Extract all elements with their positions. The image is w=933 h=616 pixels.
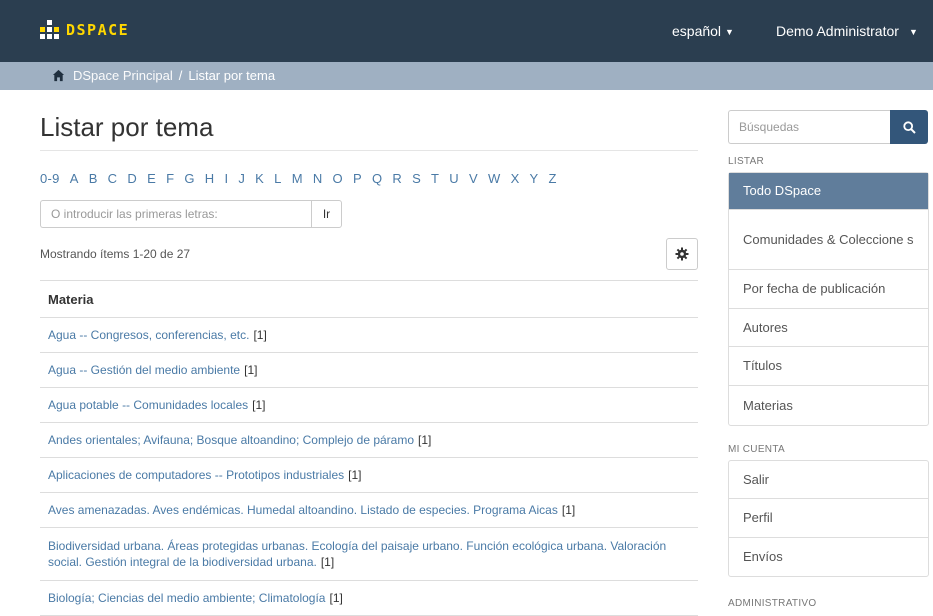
letter-link[interactable]: S [412,171,421,186]
subject-count: [1] [252,398,266,412]
letter-link[interactable]: N [313,171,323,186]
starts-with-form: O introducir las primeras letras: Ir [40,200,342,228]
listar-heading: LISTAR [728,156,765,167]
subject-link[interactable]: Andes orientales; Avifauna; Bosque altoa… [48,433,414,447]
subject-count: [1] [253,328,267,342]
breadcrumb-home-link[interactable]: DSpace Principal [73,68,173,83]
table-row: Aplicaciones de computadores -- Prototip… [40,458,698,493]
dspace-logo-icon [40,20,60,40]
subject-count: [1] [320,555,335,569]
language-label: español [672,23,722,39]
letter-link[interactable]: T [431,171,439,186]
menu-item-todo-dspace[interactable]: Todo DSpace [729,173,928,210]
table-row: Biodiversidad urbana. Áreas protegidas u… [40,528,698,581]
subject-count: [1] [418,433,432,447]
caret-down-icon: ▼ [725,27,734,37]
administrativo-heading: ADMINISTRATIVO [728,598,817,609]
subject-count: [1] [244,363,258,377]
letter-link[interactable]: W [488,171,501,186]
subject-link[interactable]: Biología; Ciencias del medio ambiente; C… [48,591,325,605]
breadcrumb-separator: / [178,68,183,83]
letter-index: 0-9 A B C D E F G H I J K L M N O P Q R … [40,171,567,186]
letter-link[interactable]: Z [549,171,557,186]
caret-down-icon: ▼ [908,27,918,37]
starts-with-input[interactable]: O introducir las primeras letras: [40,200,311,228]
table-row: Andes orientales; Avifauna; Bosque altoa… [40,423,698,458]
breadcrumb: DSpace Principal / Listar por tema [0,62,933,90]
subject-link[interactable]: Agua -- Gestión del medio ambiente [48,363,240,377]
menu-item-fecha[interactable]: Por fecha de publicación [729,270,928,309]
letter-link[interactable]: G [184,171,194,186]
search-input[interactable]: Búsquedas [728,110,890,144]
letter-link[interactable]: I [224,171,228,186]
subject-link[interactable]: Agua potable -- Comunidades locales [48,398,248,412]
go-button[interactable]: Ir [311,200,342,228]
settings-button[interactable] [666,238,698,270]
subject-count: [1] [329,591,343,605]
top-navbar: DSPACE español ▼ Demo Administrator ▼ [0,0,933,62]
letter-link[interactable]: J [238,171,245,186]
title-divider [40,150,698,151]
menu-item-envios[interactable]: Envíos [729,538,928,576]
letter-link[interactable]: B [89,171,98,186]
table-row: Agua -- Gestión del medio ambiente [1] [40,353,698,388]
table-row: Agua potable -- Comunidades locales [1] [40,388,698,423]
user-label: Demo Administrator [776,23,899,39]
menu-item-salir[interactable]: Salir [729,461,928,499]
search-form: Búsquedas [728,110,928,144]
subject-link[interactable]: Biodiversidad urbana. Áreas protegidas u… [48,539,666,569]
menu-item-materias[interactable]: Materias [729,386,928,425]
menu-item-comunidades[interactable]: Comunidades & Coleccione s [729,210,928,270]
search-button[interactable] [890,110,928,144]
letter-link[interactable]: L [274,171,282,186]
mi-cuenta-heading: MI CUENTA [728,444,785,455]
table-row: Aves amenazadas. Aves endémicas. Humedal… [40,493,698,528]
letter-link[interactable]: P [353,171,362,186]
letter-link[interactable]: U [449,171,459,186]
subjects-table: Materia Agua -- Congresos, conferencias,… [40,280,698,616]
home-icon [52,69,65,82]
menu-item-perfil[interactable]: Perfil [729,499,928,538]
listar-menu: Todo DSpace Comunidades & Coleccione s P… [728,172,929,426]
letter-link[interactable]: K [255,171,264,186]
subject-count: [1] [561,503,576,517]
breadcrumb-current: Listar por tema [188,68,276,83]
letter-link[interactable]: Y [530,171,539,186]
letter-link[interactable]: M [292,171,303,186]
subject-link[interactable]: Aves amenazadas. Aves endémicas. Humedal… [48,503,558,517]
dspace-logo[interactable]: DSPACE [40,20,129,40]
letter-link[interactable]: F [166,171,174,186]
search-icon [902,120,916,134]
menu-item-titulos[interactable]: Títulos [729,347,928,386]
brand-text: DSPACE [66,21,130,39]
cuenta-menu: Salir Perfil Envíos [728,460,929,577]
language-dropdown[interactable]: español ▼ [672,23,734,39]
letter-link[interactable]: V [469,171,478,186]
letter-link[interactable]: O [333,171,343,186]
letter-link[interactable]: Q [372,171,382,186]
letter-link[interactable]: E [147,171,156,186]
letter-link[interactable]: D [127,171,137,186]
letter-link[interactable]: A [70,171,79,186]
menu-item-autores[interactable]: Autores [729,309,928,347]
gear-icon [675,247,689,261]
user-dropdown[interactable]: Demo Administrator ▼ [776,23,918,39]
results-count: Mostrando ítems 1-20 de 27 [40,247,191,261]
subject-link[interactable]: Agua -- Congresos, conferencias, etc. [48,328,249,342]
letter-link[interactable]: X [511,171,520,186]
page-title: Listar por tema [40,112,214,142]
subject-link[interactable]: Aplicaciones de computadores -- Prototip… [48,468,344,482]
letter-link[interactable]: C [108,171,118,186]
letter-link[interactable]: H [205,171,215,186]
letter-link[interactable]: 0-9 [40,171,60,186]
letter-link[interactable]: R [392,171,402,186]
subject-count: [1] [348,468,362,482]
table-header: Materia [40,280,698,318]
table-row: Agua -- Congresos, conferencias, etc. [1] [40,318,698,353]
